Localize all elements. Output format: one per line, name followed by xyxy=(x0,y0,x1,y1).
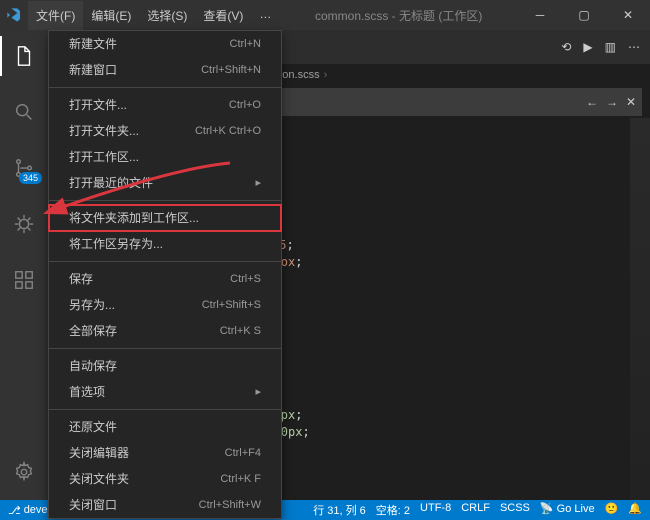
menu-separator xyxy=(49,348,281,349)
search-icon[interactable] xyxy=(0,92,48,132)
indentation[interactable]: 空格: 2 xyxy=(376,502,410,518)
menu-separator xyxy=(49,261,281,262)
file-menu-dropdown: 新建文件Ctrl+N新建窗口Ctrl+Shift+N打开文件...Ctrl+O打… xyxy=(48,30,282,519)
eol[interactable]: CRLF xyxy=(461,502,490,518)
menu-item[interactable]: 打开最近的文件▸ xyxy=(49,170,281,196)
menu-item[interactable]: 首选项▸ xyxy=(49,379,281,405)
source-control-icon[interactable]: 345 xyxy=(0,148,48,188)
close-button[interactable]: ✕ xyxy=(606,0,650,30)
titlebar: 文件(F) 编辑(E) 选择(S) 查看(V) … common.scss - … xyxy=(0,0,650,30)
settings-gear-icon[interactable] xyxy=(0,452,48,492)
menubar: 文件(F) 编辑(E) 选择(S) 查看(V) … xyxy=(28,1,279,30)
encoding[interactable]: UTF-8 xyxy=(420,502,451,518)
compare-icon[interactable]: ⟲ xyxy=(561,40,571,54)
cursor-position[interactable]: 行 31, 列 6 xyxy=(313,502,366,518)
menu-separator xyxy=(49,409,281,410)
next-match-icon[interactable]: → xyxy=(606,95,618,109)
files-icon[interactable] xyxy=(0,36,48,76)
menu-item[interactable]: 关闭窗口Ctrl+Shift+W xyxy=(49,492,281,518)
menu-more[interactable]: … xyxy=(251,1,279,30)
run-icon[interactable]: ▶ xyxy=(583,40,592,54)
activity-bar: 345 xyxy=(0,30,48,500)
menu-selection[interactable]: 选择(S) xyxy=(139,1,195,30)
menu-item[interactable]: 打开工作区... xyxy=(49,144,281,170)
notifications-icon[interactable]: 🔔 xyxy=(628,502,642,518)
debug-icon[interactable] xyxy=(0,204,48,244)
menu-item[interactable]: 关闭编辑器Ctrl+F4 xyxy=(49,440,281,466)
menu-edit[interactable]: 编辑(E) xyxy=(83,1,139,30)
language-mode[interactable]: SCSS xyxy=(500,502,530,518)
menu-separator xyxy=(49,87,281,88)
menu-separator xyxy=(49,200,281,201)
menu-item[interactable]: 新建文件Ctrl+N xyxy=(49,31,281,57)
feedback-icon[interactable]: 🙂 xyxy=(605,502,619,518)
minimize-button[interactable]: ─ xyxy=(518,0,562,30)
menu-item[interactable]: 将工作区另存为... xyxy=(49,231,281,257)
menu-item[interactable]: 关闭文件夹Ctrl+K F xyxy=(49,466,281,492)
menu-item[interactable]: 保存Ctrl+S xyxy=(49,266,281,292)
menu-item[interactable]: 新建窗口Ctrl+Shift+N xyxy=(49,57,281,83)
more-icon[interactable]: ⋯ xyxy=(628,40,640,54)
maximize-button[interactable]: ▢ xyxy=(562,0,606,30)
menu-item[interactable]: 自动保存 xyxy=(49,353,281,379)
window-title: common.scss - 无标题 (工作区) xyxy=(279,7,518,24)
extensions-icon[interactable] xyxy=(0,260,48,300)
window-controls: ─ ▢ ✕ xyxy=(518,0,650,30)
menu-item[interactable]: 将文件夹添加到工作区... xyxy=(49,205,281,231)
app-logo xyxy=(0,0,28,30)
menu-item[interactable]: 还原文件 xyxy=(49,414,281,440)
menu-item[interactable]: 打开文件夹...Ctrl+K Ctrl+O xyxy=(49,118,281,144)
menu-file[interactable]: 文件(F) xyxy=(28,1,83,30)
menu-item[interactable]: 打开文件...Ctrl+O xyxy=(49,92,281,118)
split-editor-icon[interactable]: ▥ xyxy=(605,40,616,54)
editor-actions: ⟲ ▶ ▥ ⋯ xyxy=(551,40,650,54)
scm-badge: 345 xyxy=(19,172,42,184)
close-find-icon[interactable]: ✕ xyxy=(626,95,636,109)
menu-item[interactable]: 另存为...Ctrl+Shift+S xyxy=(49,292,281,318)
go-live[interactable]: 📡 Go Live xyxy=(540,502,595,518)
minimap[interactable] xyxy=(630,118,650,500)
menu-view[interactable]: 查看(V) xyxy=(195,1,251,30)
menu-item[interactable]: 全部保存Ctrl+K S xyxy=(49,318,281,344)
prev-match-icon[interactable]: ← xyxy=(586,95,598,109)
